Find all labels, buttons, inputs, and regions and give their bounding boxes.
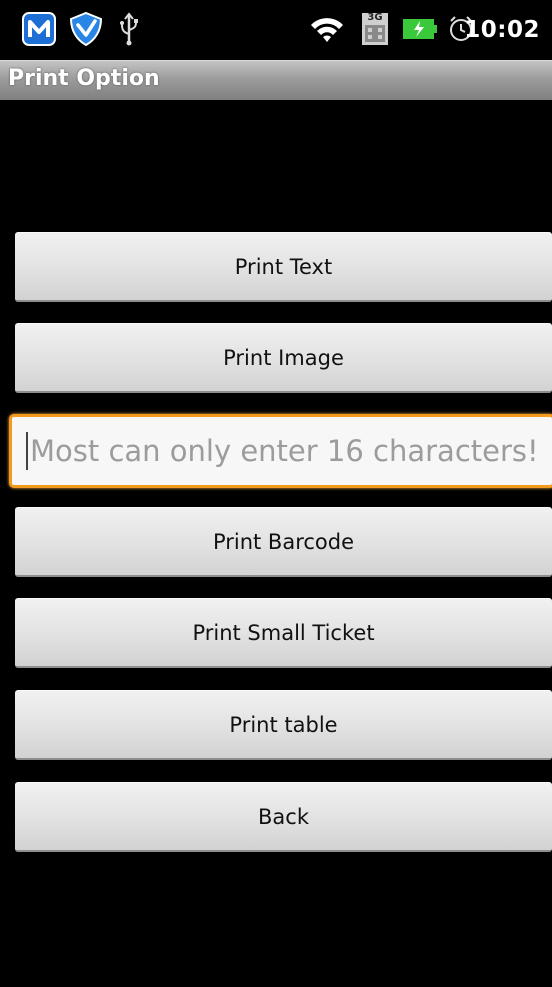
print-table-button[interactable]: Print table: [15, 690, 552, 760]
status-clock: 10:02: [464, 17, 540, 43]
print-small-ticket-button[interactable]: Print Small Ticket: [15, 598, 552, 668]
status-bar: 3G 10:02: [0, 0, 552, 60]
sim-label: 3G: [367, 12, 383, 23]
barcode-input-field[interactable]: [9, 414, 552, 488]
title-bar: Print Option: [0, 60, 552, 100]
print-image-button[interactable]: Print Image: [15, 323, 552, 393]
battery-charging-icon: [400, 10, 440, 48]
m-app-icon: [19, 10, 59, 48]
print-text-button[interactable]: Print Text: [15, 232, 552, 302]
print-barcode-button[interactable]: Print Barcode: [15, 507, 552, 577]
usb-icon: [114, 10, 144, 48]
back-button[interactable]: Back: [15, 782, 552, 852]
page-title: Print Option: [8, 66, 160, 91]
barcode-input[interactable]: [30, 434, 545, 468]
shield-icon: [66, 10, 106, 48]
wifi-icon: [307, 10, 347, 48]
text-cursor: [26, 432, 28, 470]
sim-icon: 3G: [357, 10, 393, 48]
